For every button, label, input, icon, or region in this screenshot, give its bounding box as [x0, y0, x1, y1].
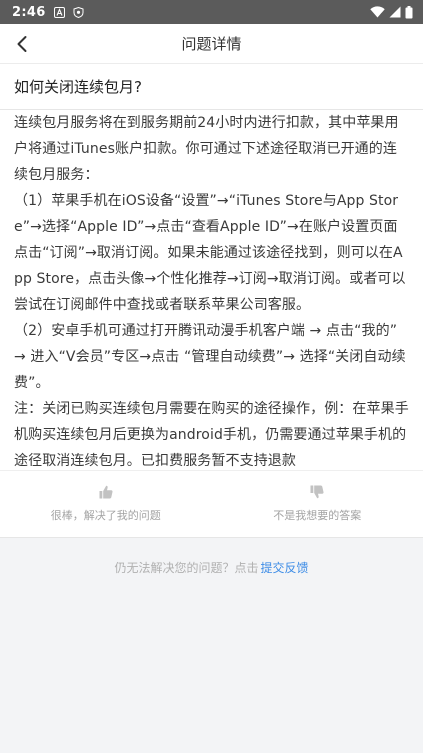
helpful-button[interactable]: 很棒，解决了我的问题: [0, 471, 212, 537]
submit-feedback-link[interactable]: 提交反馈: [261, 559, 309, 576]
cell-signal-icon: [389, 6, 401, 18]
thumbs-down-icon: [310, 485, 324, 499]
help-prompt: 仍无法解决您的问题？点击: [114, 560, 259, 575]
wifi-icon: [370, 6, 385, 18]
back-button[interactable]: [8, 30, 36, 58]
not-helpful-button[interactable]: 不是我想要的答案: [212, 471, 423, 537]
answer-paragraph: 注：关闭已购买连续包月需要在购买的途径操作，例：在苹果手机购买连续包月后更换为a…: [14, 401, 409, 469]
question-title: 如何关闭连续包月?: [14, 78, 142, 96]
shield-icon: [73, 6, 84, 18]
answer-content: 连续包月服务将在到服务期前24小时内进行扣款，其中苹果用户将通过iTunes账户…: [0, 110, 423, 470]
app-bar: 问题详情: [0, 24, 423, 64]
answer-paragraph: （2）安卓手机可通过打开腾讯动漫手机客户端 → 点击“我的” → 进入“V会员”…: [14, 323, 406, 391]
not-helpful-label: 不是我想要的答案: [273, 509, 362, 522]
status-time: 2:46: [12, 4, 46, 20]
status-right: [370, 5, 413, 19]
answer-paragraph: （1）苹果手机在iOS设备“设置”→“iTunes Store与App Stor…: [14, 193, 406, 313]
page-title: 问题详情: [181, 35, 242, 53]
status-left: 2:46: [12, 5, 84, 20]
battery-icon: [405, 5, 413, 18]
feedback-row: 很棒，解决了我的问题 不是我想要的答案: [0, 470, 423, 538]
thumbs-up-icon: [99, 485, 113, 499]
helpful-label: 很棒，解决了我的问题: [50, 509, 161, 522]
question-header: 如何关闭连续包月?: [0, 64, 423, 110]
chevron-left-icon: [17, 36, 27, 52]
help-footer: 仍无法解决您的问题？点击 提交反馈: [0, 538, 423, 596]
font-a-icon: [53, 6, 65, 18]
status-bar: 2:46: [0, 0, 423, 24]
answer-paragraph: 连续包月服务将在到服务期前24小时内进行扣款，其中苹果用户将通过iTunes账户…: [14, 115, 399, 183]
